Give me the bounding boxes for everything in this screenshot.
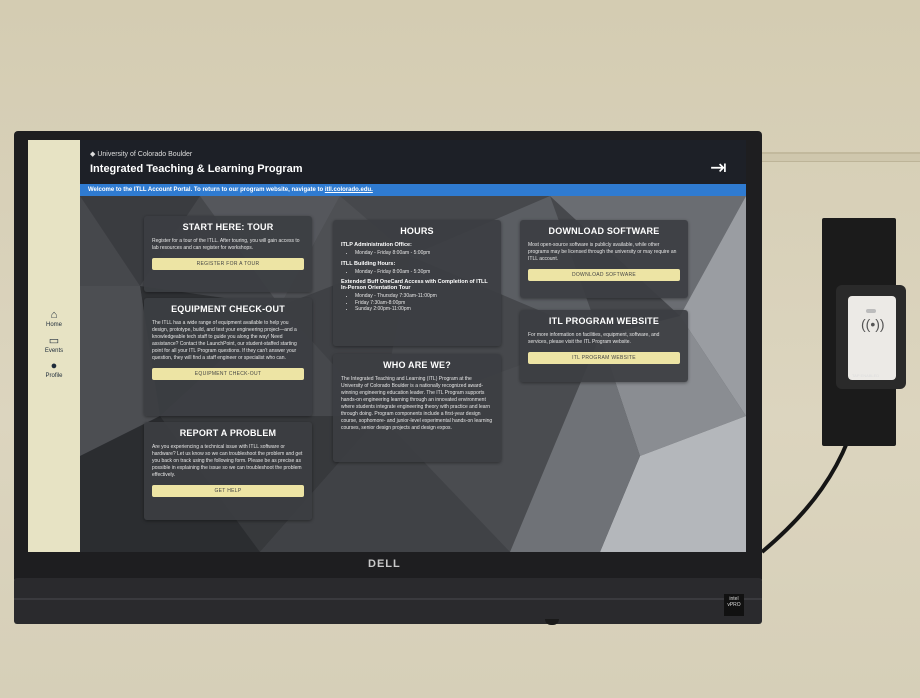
card-title: EQUIPMENT CHECK-OUT — [171, 304, 285, 314]
sidebar-item-label: Home — [45, 322, 62, 328]
equipment-card: EQUIPMENT CHECK-OUT The ITLL has a wide … — [144, 298, 312, 416]
welcome-banner: Welcome to the ITLL Account Portal. To r… — [80, 184, 746, 196]
card-title: ITL PROGRAM WEBSITE — [548, 316, 660, 326]
sidebar-item-profile[interactable]: ● Profile — [28, 360, 80, 380]
hours-section-title: ITLP Administration Office: — [341, 242, 412, 248]
tour-card: START HERE: TOUR Register for a tour of … — [144, 216, 312, 292]
events-icon: ▭ — [48, 335, 60, 347]
reader-light — [866, 309, 876, 313]
vpro-label: vPRO — [727, 602, 741, 608]
card-body: Are you experiencing a technical issue w… — [152, 444, 303, 478]
sidebar-item-home[interactable]: ⌂ Home — [28, 309, 80, 329]
hours-item: Monday - Friday 8:00am - 5:00pm — [355, 250, 493, 257]
card-body: The ITLL has a wide range of equipment a… — [152, 320, 297, 361]
sidebar-item-label: Events — [44, 348, 64, 354]
hours-item: Monday - Friday 8:00am - 5:30pm — [355, 269, 493, 276]
card-reader-face: ((•)) — [848, 296, 896, 380]
sidebar: ⌂ Home ▭ Events ● Profile — [28, 140, 80, 552]
hours-list: Monday - Friday 8:00am - 5:30pm — [341, 269, 493, 276]
card-body: Register for a tour of the ITLL. After t… — [152, 238, 300, 251]
reader-label: TAP ENABLED — [852, 373, 880, 378]
card-title: HOURS — [400, 226, 434, 236]
card-body: Most open-source software is publicly av… — [528, 242, 677, 262]
hours-item: Friday 7:30am-8:00pm — [355, 300, 493, 307]
app-header: ◆ University of Colorado Boulder Integra… — [80, 140, 746, 184]
hours-item: Sunday 2:00pm-11:00pm — [355, 306, 493, 313]
hours-section-title: Extended Buff OneCard Access with Comple… — [341, 279, 488, 292]
home-icon: ⌂ — [50, 309, 58, 321]
university-name: University of Colorado Boulder — [97, 151, 193, 158]
university-logo: ◆ University of Colorado Boulder — [90, 150, 192, 158]
get-help-button[interactable]: GET HELP — [152, 485, 304, 497]
card-title: WHO ARE WE? — [383, 360, 451, 370]
vpro-badge: intel vPRO — [724, 594, 744, 616]
program-website-card: ITL PROGRAM WEBSITE For more information… — [520, 310, 688, 382]
register-tour-button[interactable]: REGISTER FOR A TOUR — [152, 258, 304, 270]
monitor-soundbar — [14, 578, 762, 624]
card-title: DOWNLOAD SOFTWARE — [548, 226, 660, 236]
banner-text: Welcome to the ITLL Account Portal. To r… — [88, 187, 325, 193]
sidebar-item-label: Profile — [45, 373, 63, 379]
download-software-card: DOWNLOAD SOFTWARE Most open-source softw… — [520, 220, 688, 298]
hours-list: Monday - Thursday 7:30am-11:00pm Friday … — [341, 293, 493, 313]
equipment-checkout-button[interactable]: EQUIPMENT CHECK-OUT — [152, 368, 304, 380]
page-title: Integrated Teaching & Learning Program — [90, 163, 303, 175]
dell-logo: DELL — [368, 558, 401, 570]
download-software-button[interactable]: DOWNLOAD SOFTWARE — [528, 269, 680, 281]
report-problem-card: REPORT A PROBLEM Are you experiencing a … — [144, 422, 312, 520]
card-title: REPORT A PROBLEM — [179, 428, 277, 438]
program-website-button[interactable]: ITL PROGRAM WEBSITE — [528, 352, 680, 364]
screen: ⌂ Home ▭ Events ● Profile ◆ University o… — [28, 140, 746, 552]
hours-section-title: ITLL Building Hours: — [341, 260, 396, 267]
banner-link[interactable]: itll.colorado.edu. — [325, 187, 373, 193]
card-body: For more information on facilities, equi… — [528, 332, 660, 345]
hours-card: HOURS ITLP Administration Office: Monday… — [333, 220, 501, 346]
card-body: The Integrated Teaching and Learning (IT… — [341, 376, 493, 431]
card-title: START HERE: TOUR — [182, 222, 274, 232]
profile-icon: ● — [50, 360, 58, 372]
logout-icon[interactable]: ⇥ — [710, 158, 738, 180]
sidebar-item-events[interactable]: ▭ Events — [28, 335, 80, 355]
who-are-we-card: WHO ARE WE? The Integrated Teaching and … — [333, 354, 501, 462]
nfc-icon: ((•)) — [861, 316, 885, 332]
hours-list: Monday - Friday 8:00am - 5:00pm — [341, 250, 493, 257]
hours-item: Monday - Thursday 7:30am-11:00pm — [355, 293, 493, 300]
